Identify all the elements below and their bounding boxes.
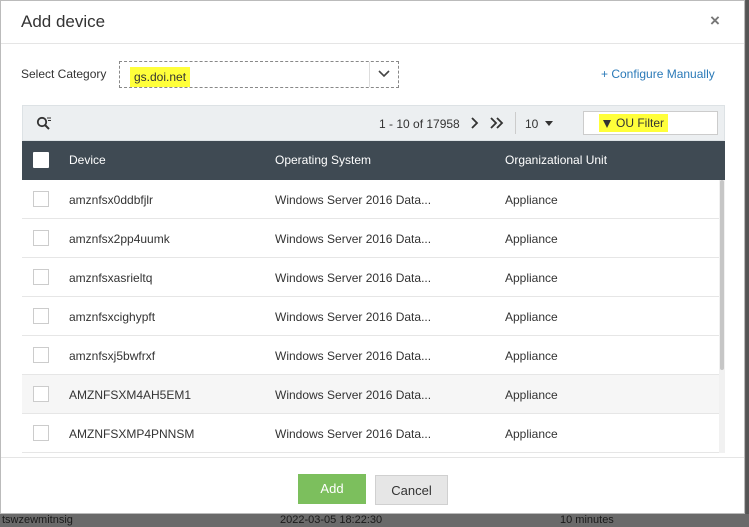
operating-system: Windows Server 2016 Data... <box>275 271 432 285</box>
table-row[interactable]: amznfsx0ddbfjlr Windows Server 2016 Data… <box>22 180 719 219</box>
select-all-checkbox[interactable] <box>33 152 49 168</box>
footer-divider <box>1 457 744 458</box>
close-icon[interactable]: × <box>706 12 724 30</box>
category-select[interactable]: gs.doi.net <box>119 61 399 88</box>
operating-system: Windows Server 2016 Data... <box>275 349 432 363</box>
organizational-unit: Appliance <box>505 310 558 324</box>
organizational-unit: Appliance <box>505 271 558 285</box>
device-name: amznfsxj5bwfrxf <box>69 349 156 363</box>
table-row[interactable]: amznfsxcighypft Windows Server 2016 Data… <box>22 297 719 336</box>
device-name: AMZNFSXMP4PNNSM <box>69 427 195 441</box>
toolbar-divider <box>515 112 516 134</box>
table-scrollbar[interactable] <box>719 180 725 453</box>
row-checkbox[interactable] <box>33 308 49 324</box>
filter-icon <box>603 120 611 128</box>
table-toolbar: 1 - 10 of 17958 10 OU Filter <box>22 105 725 141</box>
cancel-button[interactable]: Cancel <box>375 475 448 505</box>
add-button[interactable]: Add <box>298 474 366 504</box>
organizational-unit: Appliance <box>505 193 558 207</box>
operating-system: Windows Server 2016 Data... <box>275 193 432 207</box>
search-icon[interactable] <box>36 116 52 132</box>
table-row[interactable]: amznfsxj5bwfrxf Windows Server 2016 Data… <box>22 336 719 375</box>
pagination-range: 1 - 10 of 17958 <box>379 117 460 131</box>
device-name: amznfsx2pp4uumk <box>69 232 170 246</box>
row-checkbox[interactable] <box>33 347 49 363</box>
category-selected-value: gs.doi.net <box>130 67 191 87</box>
operating-system: Windows Server 2016 Data... <box>275 388 432 402</box>
table-row[interactable]: AMZNFSXM4AH5EM1 Windows Server 2016 Data… <box>22 375 719 414</box>
column-header-device[interactable]: Device <box>69 153 106 167</box>
rows-per-page-select[interactable]: 10 <box>525 117 554 131</box>
device-name: AMZNFSXM4AH5EM1 <box>69 388 192 402</box>
row-checkbox[interactable] <box>33 191 49 207</box>
select-category-label: Select Category <box>21 67 107 81</box>
operating-system: Windows Server 2016 Data... <box>275 232 432 246</box>
device-table-body: amznfsx0ddbfjlr Windows Server 2016 Data… <box>22 180 725 453</box>
organizational-unit: Appliance <box>505 388 558 402</box>
ou-filter-label: OU Filter <box>616 116 664 130</box>
background-row: tswzewmitnsig 2022-03-05 18:22:30 10 min… <box>0 514 749 527</box>
background-timestamp: 2022-03-05 18:22:30 <box>280 514 383 526</box>
row-checkbox[interactable] <box>33 269 49 285</box>
row-checkbox[interactable] <box>33 425 49 441</box>
add-device-modal: Add device × Select Category gs.doi.net … <box>0 0 745 514</box>
operating-system: Windows Server 2016 Data... <box>275 310 432 324</box>
column-header-os[interactable]: Operating System <box>275 153 371 167</box>
background-interval: 10 minutes <box>560 514 614 526</box>
organizational-unit: Appliance <box>505 427 558 441</box>
caret-down-icon <box>545 121 554 126</box>
organizational-unit: Appliance <box>505 349 558 363</box>
row-checkbox[interactable] <box>33 230 49 246</box>
operating-system: Windows Server 2016 Data... <box>275 427 432 441</box>
configure-manually-link[interactable]: + Configure Manually <box>601 67 715 81</box>
modal-title: Add device <box>21 12 106 31</box>
last-page-icon[interactable] <box>488 115 506 131</box>
column-header-ou[interactable]: Organizational Unit <box>505 153 607 167</box>
table-row[interactable]: amznfsxasrieltq Windows Server 2016 Data… <box>22 258 719 297</box>
device-name: amznfsx0ddbfjlr <box>69 193 154 207</box>
background-device-name: tswzewmitnsig <box>2 514 73 526</box>
chevron-down-icon[interactable] <box>369 62 398 87</box>
table-row[interactable]: amznfsx2pp4uumk Windows Server 2016 Data… <box>22 219 719 258</box>
modal-header: Add device × <box>1 1 744 44</box>
row-checkbox[interactable] <box>33 386 49 402</box>
ou-filter-highlight: OU Filter <box>599 114 668 132</box>
rows-per-page-value: 10 <box>525 117 539 131</box>
ou-filter-button[interactable]: OU Filter <box>583 111 718 135</box>
scrollbar-thumb[interactable] <box>720 180 724 370</box>
table-header: Device Operating System Organizational U… <box>22 141 725 180</box>
device-name: amznfsxcighypft <box>69 310 156 324</box>
next-page-icon[interactable] <box>468 115 482 131</box>
organizational-unit: Appliance <box>505 232 558 246</box>
table-row[interactable]: AMZNFSXMP4PNNSM Windows Server 2016 Data… <box>22 414 719 453</box>
device-name: amznfsxasrieltq <box>69 271 153 285</box>
